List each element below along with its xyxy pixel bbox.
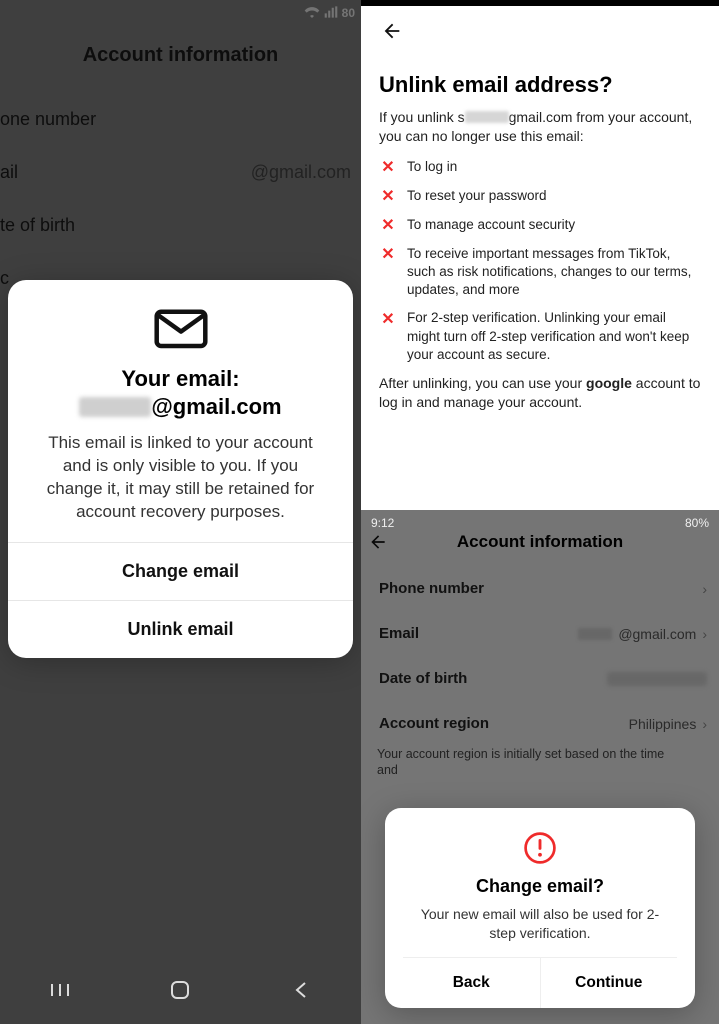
email-suffix: @gmail.com xyxy=(151,394,281,419)
x-icon: ✕ xyxy=(379,217,397,235)
your-email-sheet: Your email: @gmail.com This email is lin… xyxy=(8,280,353,658)
rb-statusbar: 9:12 80% xyxy=(361,510,719,536)
unlink-list: ✕To log in ✕To reset your password ✕To m… xyxy=(379,158,701,364)
unlink-heading: Unlink email address? xyxy=(379,72,701,98)
redacted-email-icon xyxy=(465,111,509,123)
sheet-heading: Your email: @gmail.com xyxy=(30,365,331,420)
status-time: 9:12 xyxy=(371,516,394,530)
warning-icon xyxy=(522,830,558,866)
dialog-back-button[interactable]: Back xyxy=(403,958,540,1008)
right-bottom-pane: 9:12 80% Account information Phone numbe… xyxy=(361,510,719,1024)
sheet-body-text: This email is linked to your account and… xyxy=(30,432,331,524)
change-email-dialog: Change email? Your new email will also b… xyxy=(385,808,695,1008)
unlink-after-text: After unlinking, you can use your google… xyxy=(379,374,701,412)
list-item: ✕For 2-step verification. Unlinking your… xyxy=(379,309,701,364)
list-item: ✕To log in xyxy=(379,158,701,177)
list-item: ✕To receive important messages from TikT… xyxy=(379,245,701,300)
dialog-body: Your new email will also be used for 2-s… xyxy=(403,905,677,957)
status-battery: 80% xyxy=(685,516,709,530)
nav-recents-icon[interactable] xyxy=(48,978,72,1002)
change-email-button[interactable]: Change email xyxy=(8,542,353,600)
left-pane: 80 Account information one number ail @g… xyxy=(0,0,361,1024)
x-icon: ✕ xyxy=(379,188,397,206)
list-item: ✕To reset your password xyxy=(379,187,701,206)
nav-back-icon[interactable] xyxy=(289,978,313,1002)
nav-home-icon[interactable] xyxy=(168,978,192,1002)
unlink-email-page: Unlink email address? If you unlink sgma… xyxy=(361,0,719,510)
unlink-email-button[interactable]: Unlink email xyxy=(8,600,353,658)
x-icon: ✕ xyxy=(379,246,397,264)
x-icon: ✕ xyxy=(379,159,397,177)
unlink-lead: If you unlink sgmail.com from your accou… xyxy=(379,108,701,146)
dialog-continue-button[interactable]: Continue xyxy=(540,958,678,1008)
x-icon: ✕ xyxy=(379,310,397,328)
list-item: ✕To manage account security xyxy=(379,216,701,235)
dialog-title: Change email? xyxy=(403,876,677,897)
android-navbar xyxy=(0,966,361,1014)
back-button[interactable] xyxy=(379,18,405,44)
envelope-icon xyxy=(30,306,331,355)
redacted-email-prefix xyxy=(79,397,151,417)
right-pane: Unlink email address? If you unlink sgma… xyxy=(361,0,719,1024)
